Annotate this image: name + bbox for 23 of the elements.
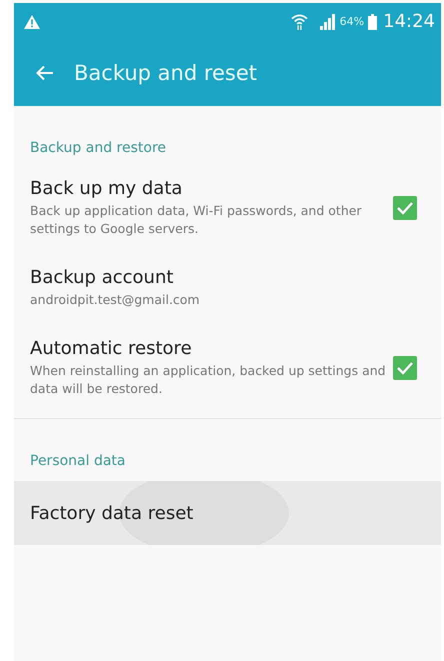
signal-icon xyxy=(320,14,336,30)
settings-item[interactable]: Automatic restore When reinstalling an application, backed up settings and data will be restored. xyxy=(14,328,441,408)
settings-item[interactable]: Back up my data Back up application data, Wi-Fi passwords, and other settings to Google servers. xyxy=(14,168,441,248)
screen-title: Backup and reset xyxy=(74,61,258,85)
item-title: Backup account xyxy=(30,266,174,288)
checkbox[interactable] xyxy=(393,196,417,220)
clock-time: 14:24 xyxy=(383,11,435,32)
back-arrow-icon[interactable] xyxy=(36,65,54,81)
checkbox[interactable] xyxy=(393,356,417,380)
item-summary: When reinstalling an application, backed up settings and data will be restored. xyxy=(30,362,387,398)
section-header: Backup and restore xyxy=(29,139,168,158)
battery-icon xyxy=(368,14,378,30)
settings-item[interactable]: Backup account androidpit.test@gmail.com xyxy=(14,248,441,328)
settings-item[interactable]: Factory data reset xyxy=(14,481,441,545)
item-title: Back up my data xyxy=(30,178,184,199)
battery-percent: 64% xyxy=(340,15,364,28)
warning-icon xyxy=(24,14,40,28)
item-title: Automatic restore xyxy=(30,338,193,359)
wifi-icon xyxy=(290,13,308,30)
item-summary: androidpit.test@gmail.com xyxy=(30,290,201,309)
item-summary: Back up application data, Wi-Fi passwords, and other settings to Google servers. xyxy=(30,202,363,238)
section-header: Personal data xyxy=(29,452,126,471)
item-title: Factory data reset xyxy=(30,502,194,524)
